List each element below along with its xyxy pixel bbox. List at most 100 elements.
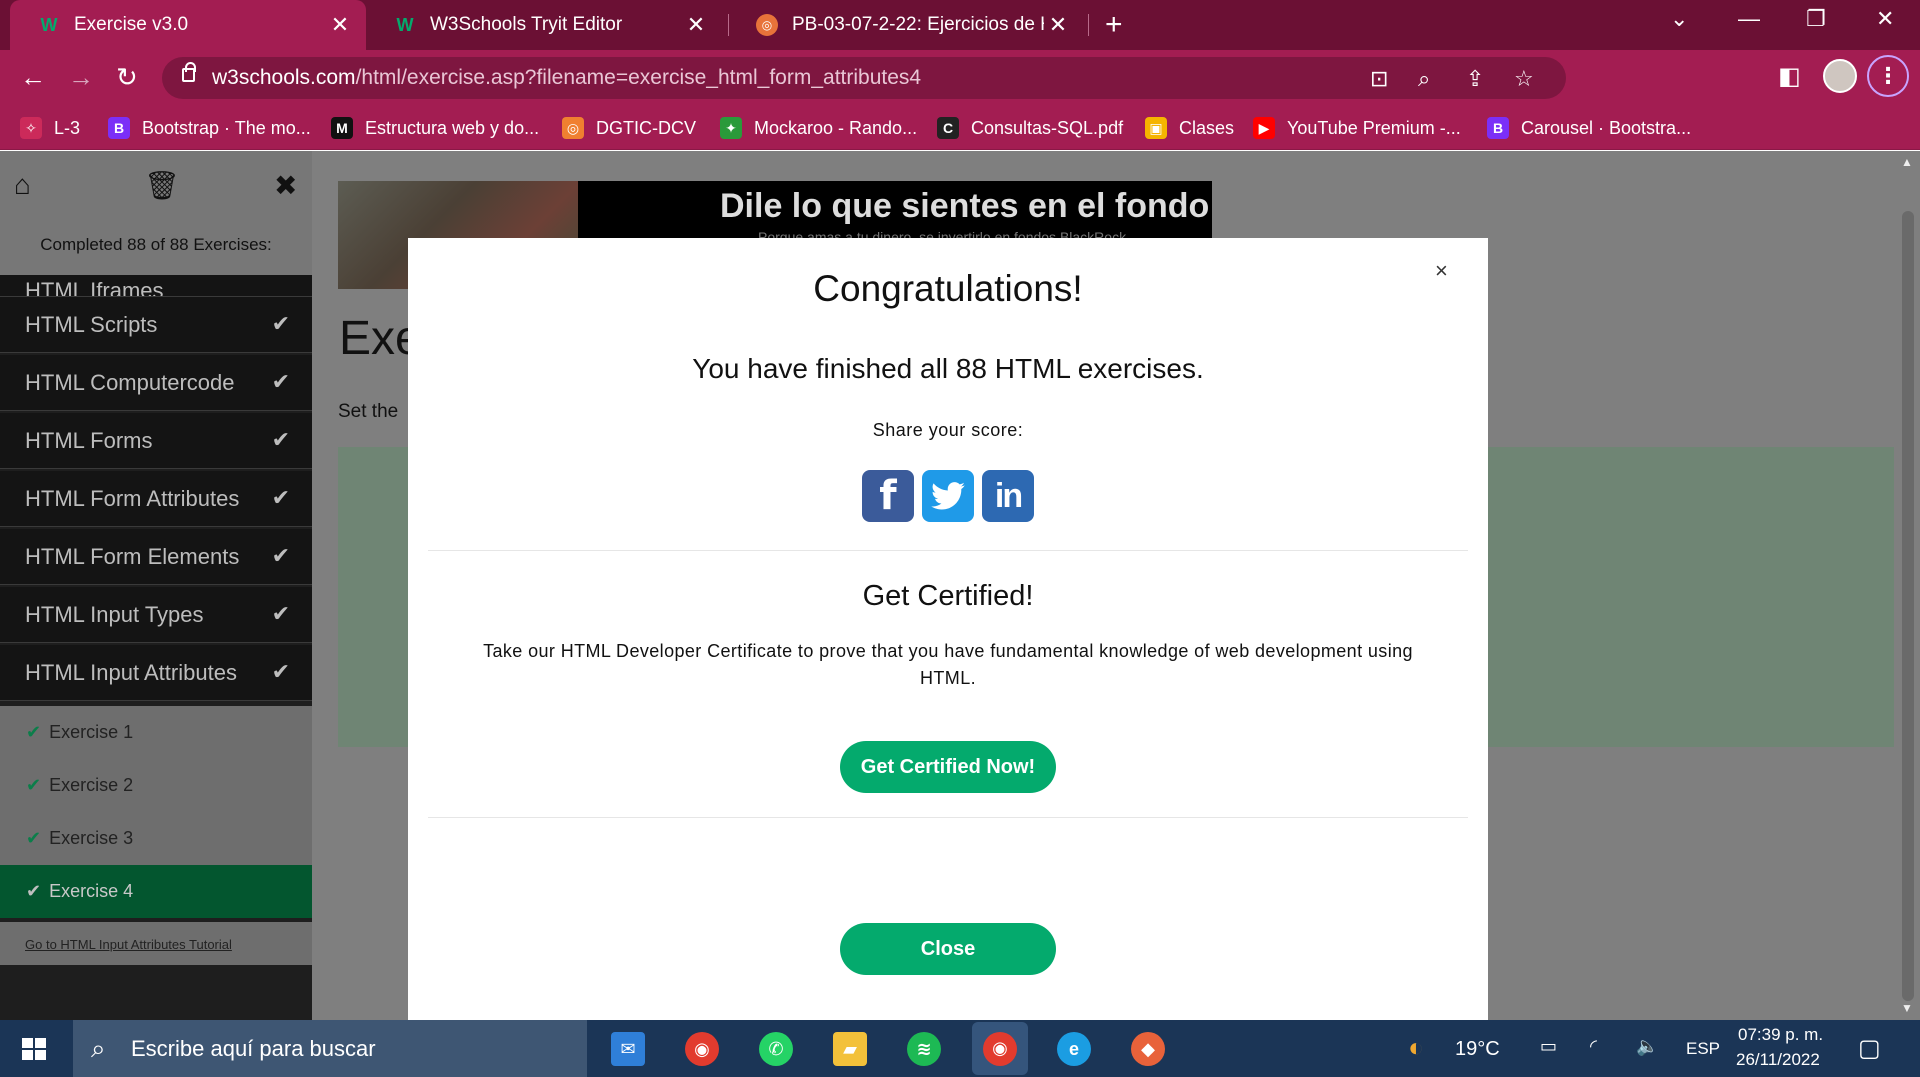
checkmark-icon: ✔ <box>271 601 290 626</box>
close-tab-icon[interactable]: ✕ <box>326 12 354 38</box>
close-icon[interactable]: ✖ <box>274 169 297 202</box>
exercise-item-2[interactable]: ✔ Exercise 2 <box>0 759 312 812</box>
tutorial-link[interactable]: Go to HTML Input Attributes Tutorial <box>0 922 312 965</box>
exercise-item-1[interactable]: ✔ Exercise 1 <box>0 706 312 759</box>
mail-glyph: ✉ <box>611 1032 645 1066</box>
congratulations-modal: × Congratulations! You have finished all… <box>408 238 1488 1020</box>
sidebar-header: ⌂ 🗑 ✖ Completed 88 of 88 Exercises: <box>0 151 312 275</box>
language-indicator[interactable]: ESP <box>1686 1039 1720 1059</box>
profile-avatar[interactable] <box>1823 59 1857 93</box>
bookmark-star-icon[interactable]: ☆ <box>1514 66 1534 92</box>
bookmark-item[interactable]: ▣ Clases <box>1145 116 1234 140</box>
tab-tryit-editor[interactable]: W W3Schools Tryit Editor ✕ <box>366 0 722 50</box>
sidebar-item-html-input-types[interactable]: HTML Input Types ✔ <box>0 587 312 643</box>
notifications-icon[interactable]: ▢ <box>1858 1034 1881 1063</box>
bookmark-label: Carousel · Bootstra... <box>1521 117 1692 138</box>
tab-title: Exercise v3.0 <box>74 14 189 35</box>
sidebar-item-html-computercode[interactable]: HTML Computercode ✔ <box>0 355 312 411</box>
bookmark-item[interactable]: ◎ DGTIC-DCV <box>562 116 696 140</box>
certified-description: Take our HTML Developer Certificate to p… <box>483 641 1413 688</box>
file-explorer-glyph: ▰ <box>833 1032 867 1066</box>
share-icon[interactable]: ⇪ <box>1466 66 1484 92</box>
tab-pb-ejercicios[interactable]: ◎ PB-03-07-2-22: Ejercicios de HTM ✕ <box>728 0 1084 50</box>
sidebar-item-html-form-attributes[interactable]: HTML Form Attributes ✔ <box>0 471 312 527</box>
close-tab-icon[interactable]: ✕ <box>682 12 710 38</box>
translate-icon[interactable]: ⊡ <box>1370 66 1388 92</box>
sidebar-item-label: HTML Form Attributes <box>25 485 240 511</box>
bookmark-item[interactable]: B Carousel · Bootstra... <box>1487 116 1691 140</box>
sidebar-item-label: HTML Input Types <box>25 601 204 627</box>
bookmark-item[interactable]: B Bootstrap · The mo... <box>108 116 311 140</box>
sidebar-item-html-forms[interactable]: HTML Forms ✔ <box>0 413 312 469</box>
scrollbar-thumb[interactable] <box>1902 211 1914 1001</box>
git-glyph: ◆ <box>1131 1032 1165 1066</box>
get-certified-button[interactable]: Get Certified Now! <box>840 741 1056 793</box>
side-panel-icon[interactable]: ◧ <box>1778 62 1801 91</box>
volume-icon[interactable]: 🔈 <box>1636 1036 1658 1057</box>
modal-divider <box>428 817 1468 818</box>
minimize-button[interactable]: — <box>1738 6 1760 32</box>
scroll-up-arrow[interactable]: ▲ <box>1901 155 1913 169</box>
bookmark-item[interactable]: M Estructura web y do... <box>331 116 539 140</box>
linkedin-icon[interactable]: in <box>982 470 1034 522</box>
back-button[interactable]: ← <box>20 62 46 92</box>
battery-icon[interactable]: ▭ <box>1540 1036 1557 1057</box>
sidebar-item-label: HTML Forms <box>25 427 153 453</box>
page-scrollbar[interactable]: ▲ ▼ <box>1896 151 1920 1020</box>
home-icon[interactable]: ⌂ <box>14 169 31 201</box>
clock-time[interactable]: 07:39 p. m. <box>1738 1025 1823 1045</box>
bookmarks-bar: ✧ L-3 B Bootstrap · The mo... M Estructura we… <box>0 106 1920 150</box>
checkmark-icon: ✔ <box>26 828 42 848</box>
exercise-sidebar: ⌂ 🗑 ✖ Completed 88 of 88 Exercises: HTML… <box>0 151 312 1020</box>
tab-title: W3Schools Tryit Editor <box>430 14 623 35</box>
trash-icon[interactable]: 🗑 <box>144 169 180 202</box>
chrome-icon[interactable]: ◉ <box>682 1030 722 1068</box>
bookmark-item[interactable]: ✧ L-3 <box>20 116 80 140</box>
exercise-item-3[interactable]: ✔ Exercise 3 <box>0 812 312 865</box>
exercise-item-4[interactable]: ✔ Exercise 4 <box>0 865 312 918</box>
sidebar-item-html-scripts[interactable]: HTML Scripts ✔ <box>0 297 312 353</box>
weather-icon[interactable]: ◐ <box>1408 1032 1424 1063</box>
tab-exercise[interactable]: W Exercise v3.0 ✕ <box>10 0 366 50</box>
whatsapp-icon[interactable]: ✆ <box>756 1030 796 1068</box>
bookmark-item[interactable]: ▶ YouTube Premium -... <box>1253 116 1461 140</box>
windows-start-icon[interactable] <box>22 1038 46 1060</box>
forward-button[interactable]: → <box>68 62 94 92</box>
address-bar[interactable]: w3schools.com/html/exercise.asp?filename… <box>162 57 1566 99</box>
restore-button[interactable]: ❐ <box>1806 6 1826 32</box>
chrome-profile-icon[interactable]: ◉ <box>972 1022 1028 1075</box>
sidebar-item-label: HTML Input Attributes <box>25 659 237 685</box>
clock-date[interactable]: 26/11/2022 <box>1736 1050 1820 1070</box>
checkmark-icon: ✔ <box>26 881 42 901</box>
git-icon[interactable]: ◆ <box>1128 1030 1168 1068</box>
bookmark-item[interactable]: ✦ Mockaroo - Rando... <box>720 116 917 140</box>
twitter-icon[interactable] <box>922 470 974 522</box>
sidebar-item-partial[interactable]: HTML Iframes <box>0 275 312 297</box>
scroll-down-arrow[interactable]: ▼ <box>1901 1001 1913 1015</box>
lock-icon[interactable] <box>182 62 196 82</box>
bookmark-item[interactable]: C Consultas-SQL.pdf <box>937 116 1123 140</box>
edge-icon[interactable]: e <box>1054 1030 1094 1068</box>
chrome-glyph: ◉ <box>685 1032 719 1066</box>
chrome-profile-glyph: ◉ <box>983 1031 1017 1066</box>
close-tab-icon[interactable]: ✕ <box>1044 12 1072 38</box>
mail-icon[interactable]: ✉ <box>608 1030 648 1068</box>
reload-button[interactable]: ↻ <box>116 62 138 92</box>
zoom-icon[interactable]: ⌕ <box>1418 66 1430 92</box>
new-tab-button[interactable]: + <box>1105 8 1123 42</box>
facebook-icon[interactable]: f <box>862 470 914 522</box>
browser-menu-icon[interactable]: ⋮ <box>1867 55 1909 97</box>
spotify-icon[interactable]: ≋ <box>904 1030 944 1068</box>
file-explorer-icon[interactable]: ▰ <box>830 1030 870 1068</box>
weather-temp[interactable]: 19°C <box>1455 1038 1500 1061</box>
wifi-icon[interactable]: ◜ <box>1590 1036 1597 1057</box>
edge-glyph: e <box>1057 1032 1091 1066</box>
sidebar-item-html-input-attributes[interactable]: HTML Input Attributes ✔ <box>0 645 312 701</box>
taskbar-search[interactable]: ⌕ Escribe aquí para buscar <box>73 1020 587 1077</box>
sidebar-item-html-form-elements[interactable]: HTML Form Elements ✔ <box>0 529 312 585</box>
tab-search-chevron-icon[interactable]: ⌄ <box>1670 6 1688 32</box>
url-text[interactable]: w3schools.com/html/exercise.asp?filename… <box>212 66 921 90</box>
finished-message: You have finished all 88 HTML exercises. <box>692 353 1204 384</box>
close-window-button[interactable]: ✕ <box>1876 6 1894 32</box>
close-button[interactable]: Close <box>840 923 1056 975</box>
